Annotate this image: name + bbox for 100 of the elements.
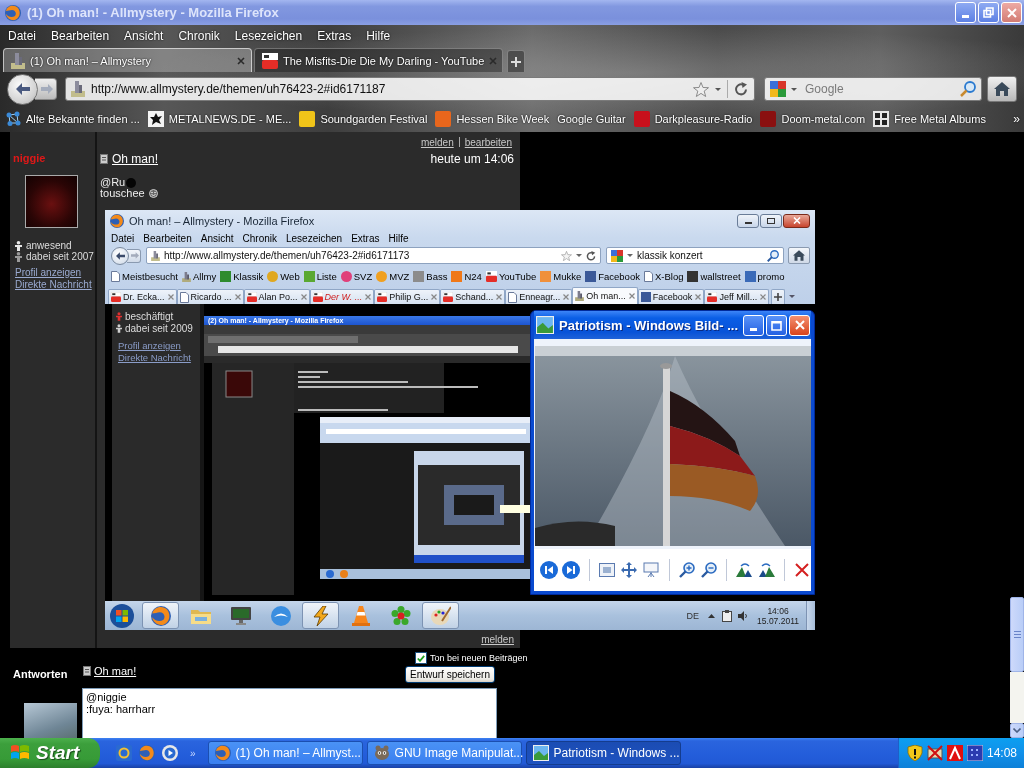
close-button[interactable] [1001, 2, 1022, 23]
bookmark-item[interactable]: Doom-metal.com [760, 111, 866, 127]
new-tab-button[interactable] [507, 50, 525, 72]
bookmarks-overflow-button[interactable]: » [1013, 112, 1020, 126]
overflow-button[interactable]: » [190, 747, 196, 759]
maximize-icon [771, 319, 782, 331]
bookmark-item: Web [267, 271, 300, 282]
projector-screen-icon [643, 562, 660, 578]
post-title-link[interactable]: Oh man! [112, 152, 159, 166]
previous-button[interactable] [540, 559, 559, 581]
arc-tile-icon[interactable] [947, 745, 963, 761]
taskbar-button[interactable]: Patriotism - Windows ... [525, 741, 681, 765]
restore-button[interactable] [978, 2, 999, 23]
reply-heading: Antworten [13, 668, 69, 680]
shield-icon[interactable] [907, 745, 923, 761]
bookmark-item[interactable]: Google Guitar [557, 113, 626, 125]
bookmark-item[interactable]: Alte Bekannte finden ... [5, 111, 140, 127]
minimize-icon [962, 15, 969, 18]
search-field[interactable]: Google [764, 77, 982, 101]
bookmark-item[interactable]: METALNEWS.DE - ME... [147, 111, 292, 127]
close-icon [760, 294, 767, 300]
action-link[interactable]: bearbeiten [464, 136, 512, 148]
bookmark-item[interactable]: Free Metal Albums [873, 111, 986, 127]
next-button[interactable] [562, 559, 581, 581]
reload-icon [586, 250, 596, 261]
page-icon [643, 271, 653, 282]
skip-back-icon [540, 561, 559, 579]
home-button[interactable] [987, 76, 1017, 102]
firefox-icon [150, 605, 171, 626]
video-icon [707, 292, 718, 302]
close-icon [792, 217, 801, 224]
menu-item[interactable]: Hilfe [366, 29, 391, 43]
profile-link[interactable]: Direkte Nachricht [15, 279, 92, 291]
blot-icon [126, 177, 137, 188]
caret-icon [789, 295, 796, 298]
save-draft-button[interactable]: Entwurf speichern [405, 666, 495, 683]
search-icon[interactable] [960, 81, 976, 97]
document-icon [100, 154, 108, 164]
video-icon [111, 292, 121, 302]
play-icon[interactable] [162, 745, 178, 761]
close-icon [628, 293, 635, 299]
document-icon [83, 666, 91, 676]
star-icon[interactable] [693, 81, 709, 97]
crossed-computer-icon[interactable] [927, 745, 943, 761]
bars-icon [575, 291, 585, 301]
minimize-icon [744, 221, 752, 224]
bookmark-item: MVZ [376, 271, 410, 282]
zoom-out-icon [700, 562, 717, 578]
topic-link[interactable]: Oh man! [94, 665, 137, 677]
bookmark-item: N24 [451, 271, 482, 282]
minimize-button[interactable] [955, 2, 976, 23]
bookmark-item: promo [744, 271, 785, 282]
page-icon [111, 271, 120, 282]
tab[interactable]: The Misfits-Die Die My Darling - YouTube [254, 48, 503, 72]
smiley-icon [148, 189, 158, 198]
clock-time: 14:06 [767, 605, 789, 616]
grid-icon [873, 111, 890, 127]
close-button[interactable] [789, 314, 810, 336]
post-text: @Ru [100, 177, 126, 188]
skip-forward-icon [562, 561, 581, 579]
message-field[interactable]: @niggie :fuya: harrharr [82, 688, 497, 738]
address-field[interactable]: http://www.allmystery.de/themen/uh76423-2#id6171187 [65, 77, 755, 101]
maximize-button[interactable] [766, 314, 787, 336]
checkbox[interactable] [415, 652, 427, 664]
video-icon [246, 292, 257, 302]
caret-icon[interactable] [791, 87, 797, 91]
scrollbar-thumb[interactable] [1010, 597, 1024, 672]
bookmark-item[interactable]: Hessen Bike Week [435, 111, 550, 127]
menu-item[interactable]: Bearbeiten [51, 29, 110, 43]
menu-item[interactable]: Ansicht [124, 29, 164, 43]
member-since-text: dabei seit 2007 [26, 251, 94, 262]
actual-size-button[interactable] [619, 559, 639, 581]
menu-item[interactable]: Lesezeichen [234, 29, 303, 43]
menu-item[interactable]: Chronik [178, 29, 220, 43]
bookmark-item[interactable]: Soundgarden Festival [299, 111, 428, 127]
plus-icon [774, 293, 783, 301]
video-icon [443, 292, 454, 302]
bars-icon [71, 81, 85, 97]
minimize-button[interactable] [743, 314, 764, 336]
profile-link[interactable]: Profil anzeigen [15, 267, 82, 279]
bookmark-item[interactable]: Darkpleasure-Radio [633, 111, 753, 127]
grid-icon[interactable] [967, 745, 983, 761]
firefox-icon[interactable] [139, 745, 155, 761]
back-button[interactable] [7, 73, 38, 105]
caret-icon[interactable] [715, 87, 721, 91]
checkbox-label[interactable]: Ton bei neuen Beiträgen [430, 653, 528, 663]
action-link[interactable]: melden [420, 136, 454, 148]
landscape-icon [536, 316, 554, 334]
menu-item[interactable]: Datei [8, 29, 36, 43]
ring-icon[interactable] [116, 745, 132, 761]
menu-item[interactable]: Extras [317, 29, 352, 43]
scroll-down-button[interactable] [1010, 723, 1024, 738]
tab[interactable]: (1) Oh man! – Allmystery [3, 48, 252, 72]
bookmark-item: Klassik [220, 271, 264, 282]
reload-icon[interactable] [734, 82, 748, 96]
close-icon[interactable] [237, 56, 245, 65]
rotate-right-icon [736, 562, 753, 578]
bookmark-item: Facebook [585, 271, 640, 282]
creature-icon [373, 745, 390, 761]
action-link[interactable]: melden [481, 633, 514, 645]
